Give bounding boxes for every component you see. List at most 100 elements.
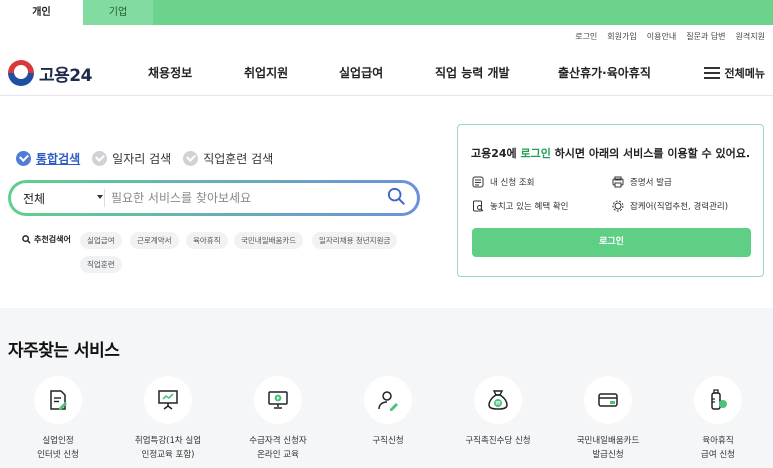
tab-business[interactable]: 기업 [83, 0, 153, 25]
service-icon-circle [584, 376, 632, 424]
signup-link[interactable]: 회원가입 [607, 31, 636, 45]
service-job-lecture[interactable]: 취업특강(1차 실업인정교육 포함) [113, 376, 223, 462]
tab-personal[interactable]: 개인 [0, 0, 83, 25]
check-circle-icon [16, 151, 31, 166]
search-tab-jobs[interactable]: 일자리 검색 [92, 150, 171, 167]
service-label-line2: 발급신청 [592, 450, 624, 460]
keyword-chip[interactable]: 일자리채용 청년지원금 [312, 232, 398, 249]
person-pen-icon [378, 391, 398, 411]
all-menu-button[interactable]: 전체메뉴 [703, 63, 765, 83]
search-icon [22, 235, 31, 244]
guide-link[interactable]: 이용안내 [647, 31, 676, 45]
service-job-application[interactable]: 구직신청 [333, 376, 443, 448]
keyword-chip[interactable]: 육아휴직 [186, 232, 228, 249]
service-icon-circle [144, 376, 192, 424]
gnb-parental-leave[interactable]: 출산휴가·육아휴직 [558, 50, 651, 96]
service-learning-card[interactable]: 국민내일배움카드발급신청 [553, 376, 663, 462]
utility-links: 로그인 회원가입 이용안내 질문과 답변 원격지원 [575, 31, 765, 45]
svg-text:₩: ₩ [496, 401, 501, 407]
search-tab-training[interactable]: 직업훈련 검색 [183, 150, 273, 167]
search-type-tabs: 통합검색 일자리 검색 직업훈련 검색 [16, 150, 273, 167]
search-box: 전체 [8, 180, 420, 216]
login-card-title: 고용24에 로그인 하시면 아래의 서비스를 이용할 수 있어요. [458, 145, 763, 161]
service-label-line2: 온라인 교육 [257, 450, 299, 460]
service-label-line2: 급여 신청 [701, 450, 735, 460]
jobcare-label: 잡케어(직업추천, 경력관리) [630, 202, 729, 212]
service-job-promotion-allowance[interactable]: ₩ 구직촉진수당 신청 [443, 376, 553, 448]
document-search-icon [473, 200, 484, 212]
service-label-line1: 구직촉진수당 신청 [465, 436, 531, 446]
presentation-board-icon [158, 390, 178, 410]
monitor-play-icon [268, 391, 288, 409]
logo-emblem-icon [8, 60, 34, 86]
main-header: 고용24 채용정보 취업지원 실업급여 직업 능력 개발 출산휴가·육아휴직 전… [0, 50, 773, 96]
document-pen-icon [50, 390, 67, 410]
login-card-title-prefix: 고용24에 [470, 147, 521, 160]
qna-link[interactable]: 질문과 답변 [686, 31, 725, 45]
login-card: 고용24에 로그인 하시면 아래의 서비스를 이용할 수 있어요. 내 신청 조… [457, 124, 764, 277]
keyword-chip[interactable]: 실업급여 [80, 232, 122, 249]
check-circle-icon [183, 151, 199, 166]
login-button[interactable]: 로그인 [472, 228, 751, 257]
service-label-line1: 실업인정 [42, 436, 74, 446]
my-applications-link[interactable]: 내 신청 조회 [472, 176, 535, 188]
certificate-link[interactable]: 증명서 발급 [612, 176, 672, 188]
missed-benefits-label: 놓치고 있는 혜택 확인 [490, 202, 569, 212]
section-title: 자주찾는 서비스 [8, 341, 120, 361]
hamburger-icon [703, 67, 720, 79]
service-label-line2: 인터넷 신청 [37, 450, 79, 460]
gear-icon [612, 200, 624, 212]
service-icon-circle [254, 376, 302, 424]
search-category-value: 전체 [23, 192, 46, 206]
card-icon [598, 393, 618, 407]
service-icon-circle [694, 376, 742, 424]
service-icon-circle [364, 376, 412, 424]
login-card-title-link[interactable]: 로그인 [520, 147, 550, 160]
baby-bottle-icon [711, 389, 727, 410]
service-label-line2: 인정교육 포함) [141, 450, 195, 460]
search-tab-integrated[interactable]: 통합검색 [16, 150, 80, 167]
check-circle-icon [92, 151, 108, 166]
search-tab-label: 통합검색 [36, 152, 81, 166]
search-icon[interactable] [387, 187, 405, 205]
gnb-employment-support[interactable]: 취업지원 [244, 50, 288, 96]
service-label-line1: 육아휴직 [702, 436, 734, 446]
all-menu-label: 전체메뉴 [724, 67, 765, 80]
login-card-title-suffix: 하시면 아래의 서비스를 이용할 수 있어요. [550, 147, 751, 160]
money-bag-icon: ₩ [488, 390, 508, 410]
search-divider [104, 189, 105, 207]
search-tab-label: 직업훈련 검색 [203, 152, 274, 166]
search-category-select[interactable]: 전체 [23, 190, 103, 207]
search-input[interactable] [111, 187, 381, 209]
gnb-job-training[interactable]: 직업 능력 개발 [435, 50, 510, 96]
service-label-line1: 구직신청 [372, 436, 404, 446]
service-online-education[interactable]: 수급자격 신청자온라인 교육 [223, 376, 333, 462]
my-applications-label: 내 신청 조회 [490, 178, 535, 188]
gnb-unemployment-benefit[interactable]: 실업급여 [339, 50, 383, 96]
service-icon-circle [34, 376, 82, 424]
search-tab-label: 일자리 검색 [112, 152, 172, 166]
certificate-label: 증명서 발급 [630, 178, 672, 188]
service-label-line1: 국민내일배움카드 [576, 436, 640, 446]
frequent-services-section: 자주찾는 서비스 실업인정인터넷 신청 취업특강(1차 실업인정교육 포함) [0, 308, 773, 468]
audience-tab-bar: 개인 기업 [0, 0, 773, 25]
keyword-chip[interactable]: 국민내일배움카드 [234, 232, 304, 249]
keyword-chip[interactable]: 직업훈련 [80, 256, 122, 273]
service-label-line1: 수급자격 신청자 [249, 436, 307, 446]
service-icon-circle: ₩ [474, 376, 522, 424]
recommended-title: 추천검색어 [22, 234, 71, 245]
recommended-title-text: 추천검색어 [34, 235, 71, 244]
remote-support-link[interactable]: 원격지원 [736, 31, 765, 45]
missed-benefits-link[interactable]: 놓치고 있는 혜택 확인 [472, 200, 569, 212]
logo-text: 고용24 [39, 65, 92, 86]
service-parental-leave-benefit[interactable]: 육아휴직급여 신청 [663, 376, 773, 462]
site-logo[interactable]: 고용24 [8, 59, 92, 87]
service-label-line1: 취업특강(1차 실업 [134, 436, 202, 446]
list-icon [472, 176, 484, 188]
service-unemployment-recognition[interactable]: 실업인정인터넷 신청 [3, 376, 113, 462]
login-link[interactable]: 로그인 [575, 31, 597, 45]
gnb-recruit[interactable]: 채용정보 [148, 50, 192, 96]
keyword-chip[interactable]: 근로계약서 [130, 232, 179, 249]
jobcare-link[interactable]: 잡케어(직업추천, 경력관리) [612, 200, 728, 212]
printer-icon [612, 176, 624, 188]
